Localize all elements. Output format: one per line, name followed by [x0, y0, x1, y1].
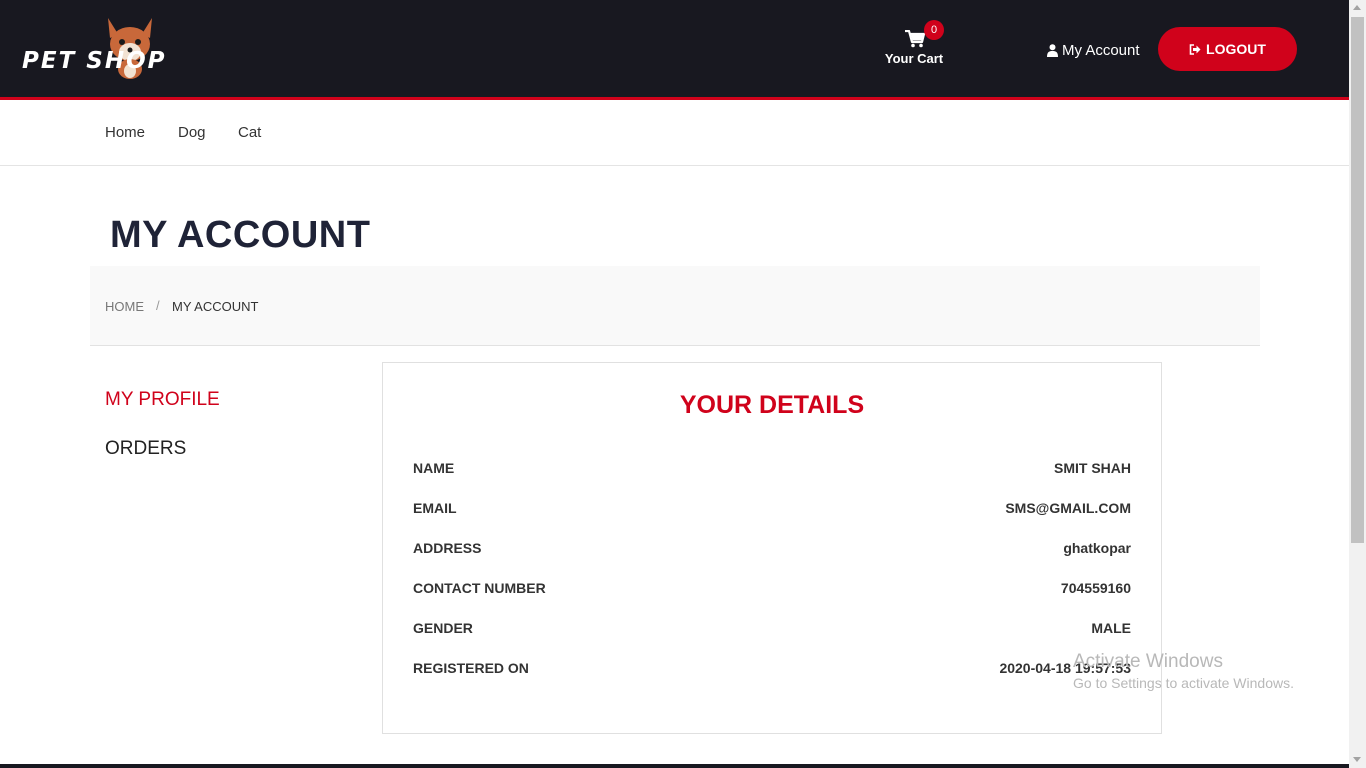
detail-label: ADDRESS: [413, 540, 482, 556]
detail-row-email: EMAIL SMS@GMAIL.COM: [413, 500, 1131, 520]
vertical-scrollbar[interactable]: [1349, 0, 1366, 768]
detail-value: MALE: [1091, 620, 1131, 636]
detail-row-contact-number: CONTACT NUMBER 704559160: [413, 580, 1131, 600]
cart-count-badge: 0: [924, 20, 944, 40]
scrollbar-thumb[interactable]: [1351, 17, 1364, 543]
my-account-link[interactable]: My Account: [1047, 40, 1140, 60]
sidebar-item-my-profile[interactable]: MY PROFILE: [105, 389, 220, 411]
nav-item-dog[interactable]: Dog: [178, 124, 206, 141]
breadcrumb-home-link[interactable]: HOME: [105, 299, 144, 314]
logout-label: LOGOUT: [1206, 41, 1266, 57]
details-title: YOUR DETAILS: [679, 391, 865, 419]
detail-value: 704559160: [1060, 580, 1131, 596]
detail-value: 2020-04-18 19:57:53: [999, 660, 1131, 676]
main-nav: Home Dog Cat: [0, 103, 1349, 166]
detail-value: SMIT SHAH: [1054, 460, 1131, 476]
detail-label: EMAIL: [413, 500, 457, 516]
detail-label: NAME: [413, 460, 455, 476]
breadcrumb-current: MY ACCOUNT: [172, 299, 259, 314]
shopping-cart-icon: [905, 30, 925, 48]
sidebar-item-orders[interactable]: ORDERS: [105, 438, 186, 460]
nav-item-cat[interactable]: Cat: [238, 124, 261, 141]
page-title: MY ACCOUNT: [110, 214, 371, 256]
pet-shop-logo[interactable]: PET SHOP: [22, 14, 222, 86]
detail-value: ghatkopar: [1063, 540, 1131, 556]
cart-button[interactable]: 0 Your Cart: [874, 20, 954, 70]
my-account-label: My Account: [1062, 41, 1140, 59]
detail-row-gender: GENDER MALE: [413, 620, 1131, 640]
footer-strip: [0, 764, 1349, 768]
site-header: PET SHOP 0 Your Cart My Account LOGOUT: [0, 0, 1349, 100]
breadcrumb-separator: /: [156, 298, 160, 313]
detail-row-name: NAME SMIT SHAH: [413, 460, 1131, 480]
detail-label: GENDER: [413, 620, 473, 636]
logo-text: PET SHOP: [22, 48, 167, 74]
detail-row-address: ADDRESS ghatkopar: [413, 540, 1131, 560]
details-card: YOUR DETAILS NAME SMIT SHAH EMAIL SMS@GM…: [382, 362, 1162, 734]
nav-item-home[interactable]: Home: [105, 124, 145, 141]
scroll-down-arrow-icon[interactable]: [1353, 757, 1361, 762]
detail-value: SMS@GMAIL.COM: [1005, 500, 1131, 516]
user-icon: [1047, 43, 1058, 57]
detail-label: CONTACT NUMBER: [413, 580, 546, 596]
scroll-up-arrow-icon[interactable]: [1353, 5, 1361, 10]
logout-button[interactable]: LOGOUT: [1158, 27, 1297, 71]
sign-out-icon: [1189, 43, 1201, 55]
detail-row-registered-on: REGISTERED ON 2020-04-18 19:57:53: [413, 660, 1131, 680]
breadcrumb: HOME / MY ACCOUNT: [90, 266, 1260, 346]
detail-label: REGISTERED ON: [413, 660, 529, 676]
cart-label: Your Cart: [884, 51, 944, 66]
